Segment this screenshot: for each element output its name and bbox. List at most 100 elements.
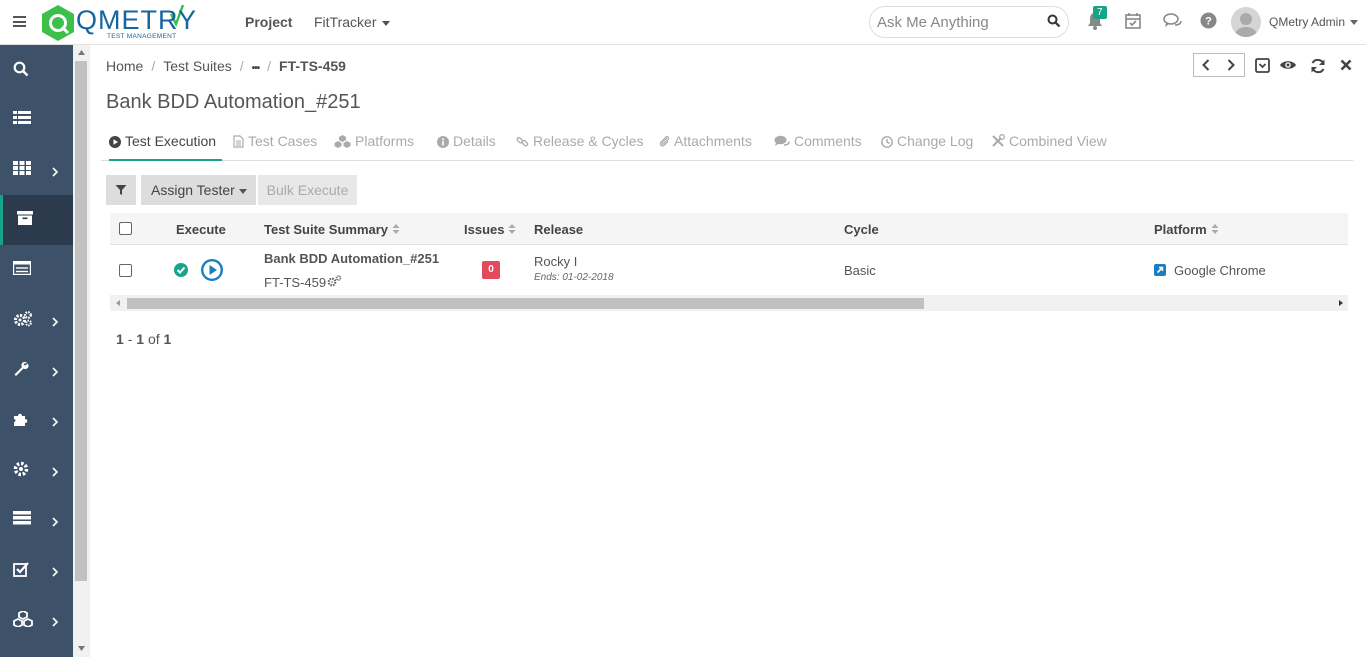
column-issues[interactable]: Issues (464, 222, 516, 237)
link-icon (516, 136, 529, 147)
close-icon[interactable] (1340, 59, 1352, 74)
filter-icon (115, 185, 127, 195)
sidebar-item-automation[interactable] (0, 295, 73, 345)
sort-icon (508, 224, 516, 234)
chevron-right-icon (52, 465, 59, 480)
refresh-icon[interactable] (1310, 58, 1326, 77)
page-scrollbar[interactable] (73, 45, 90, 657)
suite-summary-link[interactable]: Bank BDD Automation_#251 (264, 251, 439, 266)
tab-label: Change Log (897, 133, 974, 149)
tab-comments[interactable]: Comments (774, 133, 862, 161)
hamburger-menu-icon[interactable] (13, 16, 26, 27)
column-execute: Execute (176, 222, 226, 237)
tab-change-log[interactable]: Change Log (881, 133, 973, 161)
select-all-checkbox[interactable] (119, 222, 132, 235)
help-icon[interactable]: ? (1200, 12, 1217, 32)
grid-icon (13, 161, 31, 178)
scroll-up-icon[interactable] (73, 48, 90, 58)
grid-scrollbar-thumb[interactable] (127, 298, 924, 309)
column-platform[interactable]: Platform (1154, 222, 1219, 237)
sidebar-item-test-suites[interactable] (0, 195, 73, 245)
sidebar-item-execution[interactable] (0, 245, 73, 295)
breadcrumb-ellipsis[interactable]: ••• (252, 63, 260, 74)
breadcrumb: Home / Test Suites / ••• / FT-TS-459 (106, 58, 346, 74)
sidebar (0, 45, 73, 657)
sidebar-item-tasks[interactable] (0, 545, 73, 595)
sidebar-item-grid[interactable] (0, 145, 73, 195)
row-checkbox[interactable] (119, 264, 132, 277)
notification-badge: 7 (1093, 6, 1107, 19)
sidebar-item-settings[interactable] (0, 445, 73, 495)
archive-box-icon[interactable] (1255, 58, 1270, 76)
external-link-icon[interactable] (1154, 264, 1166, 279)
tab-test-execution[interactable]: Test Execution (109, 133, 223, 161)
page-scrollbar-thumb[interactable] (75, 61, 87, 581)
issues-count-badge[interactable]: 0 (482, 261, 500, 279)
project-selector-label: FitTracker (314, 14, 377, 30)
search-icon[interactable] (1047, 14, 1061, 31)
tab-combined-view[interactable]: Combined View (991, 133, 1107, 161)
archive-icon (17, 211, 33, 228)
sort-icon (1211, 224, 1219, 234)
tab-label: Test Execution (125, 133, 217, 149)
user-name: QMetry Admin (1269, 15, 1346, 29)
chevron-right-icon (52, 615, 59, 630)
document-icon (233, 135, 244, 148)
search-box[interactable] (869, 6, 1069, 38)
user-menu[interactable]: QMetry Admin (1269, 15, 1359, 29)
calendar-check-icon[interactable] (1125, 12, 1141, 32)
comments-icon[interactable] (1163, 13, 1183, 32)
pager-to: 1 (136, 331, 145, 347)
sidebar-item-tools[interactable] (0, 345, 73, 395)
tab-release-cycles[interactable]: Release & Cycles (516, 133, 644, 161)
tab-attachments[interactable]: Attachments (659, 133, 752, 161)
chevron-right-icon (52, 365, 59, 380)
project-selector[interactable]: FitTracker (314, 14, 391, 30)
filter-button[interactable] (106, 175, 136, 205)
svg-text:?: ? (1205, 16, 1212, 28)
pager-from: 1 (116, 331, 124, 347)
sidebar-item-list[interactable] (0, 95, 73, 145)
column-platform-label: Platform (1154, 222, 1207, 237)
column-release: Release (534, 222, 584, 237)
sidebar-item-search[interactable] (0, 45, 73, 95)
comments-icon (774, 135, 790, 146)
sidebar-item-reports[interactable] (0, 495, 73, 545)
pagination-summary: 1 - 1 of 1 (116, 331, 171, 347)
cogs-icon[interactable] (327, 275, 342, 290)
release-name: Rocky I (534, 254, 578, 269)
page-title: Bank BDD Automation_#251 (106, 91, 361, 113)
next-record-button[interactable] (1227, 59, 1235, 74)
breadcrumb-home[interactable]: Home (106, 58, 143, 74)
pager-of: of (147, 331, 160, 347)
scroll-down-icon[interactable] (73, 643, 90, 653)
assign-tester-button[interactable]: Assign Tester (141, 175, 256, 205)
sidebar-item-integrations[interactable] (0, 395, 73, 445)
grid-horizontal-scrollbar[interactable] (110, 295, 1348, 311)
gear-icon (13, 461, 29, 480)
watch-eye-icon[interactable] (1279, 59, 1297, 74)
tab-label: Platforms (355, 133, 415, 149)
column-summary[interactable]: Test Suite Summary (264, 222, 400, 237)
search-input[interactable] (877, 14, 1037, 31)
bulk-execute-button[interactable]: Bulk Execute (258, 175, 357, 205)
column-issues-label: Issues (464, 222, 505, 237)
sidebar-item-platforms[interactable] (0, 595, 73, 645)
scroll-left-icon[interactable] (113, 295, 123, 311)
breadcrumb-test-suites[interactable]: Test Suites (163, 58, 231, 74)
tab-platforms[interactable]: Platforms (334, 133, 414, 161)
scroll-right-icon[interactable] (1336, 295, 1346, 311)
project-label[interactable]: Project (245, 14, 292, 30)
cubes-icon (334, 135, 351, 148)
previous-record-button[interactable] (1202, 59, 1210, 74)
breadcrumb-separator: / (151, 58, 156, 74)
execute-play-button[interactable] (200, 258, 224, 284)
play-circle-icon (109, 136, 121, 148)
tab-test-cases[interactable]: Test Cases (233, 133, 317, 161)
chevron-right-icon (52, 565, 59, 580)
suite-key[interactable]: FT-TS-459 (264, 275, 326, 290)
check-square-icon (13, 561, 29, 580)
tab-details[interactable]: Details (437, 133, 496, 161)
user-avatar[interactable] (1231, 7, 1261, 37)
breadcrumb-separator: / (239, 58, 244, 74)
